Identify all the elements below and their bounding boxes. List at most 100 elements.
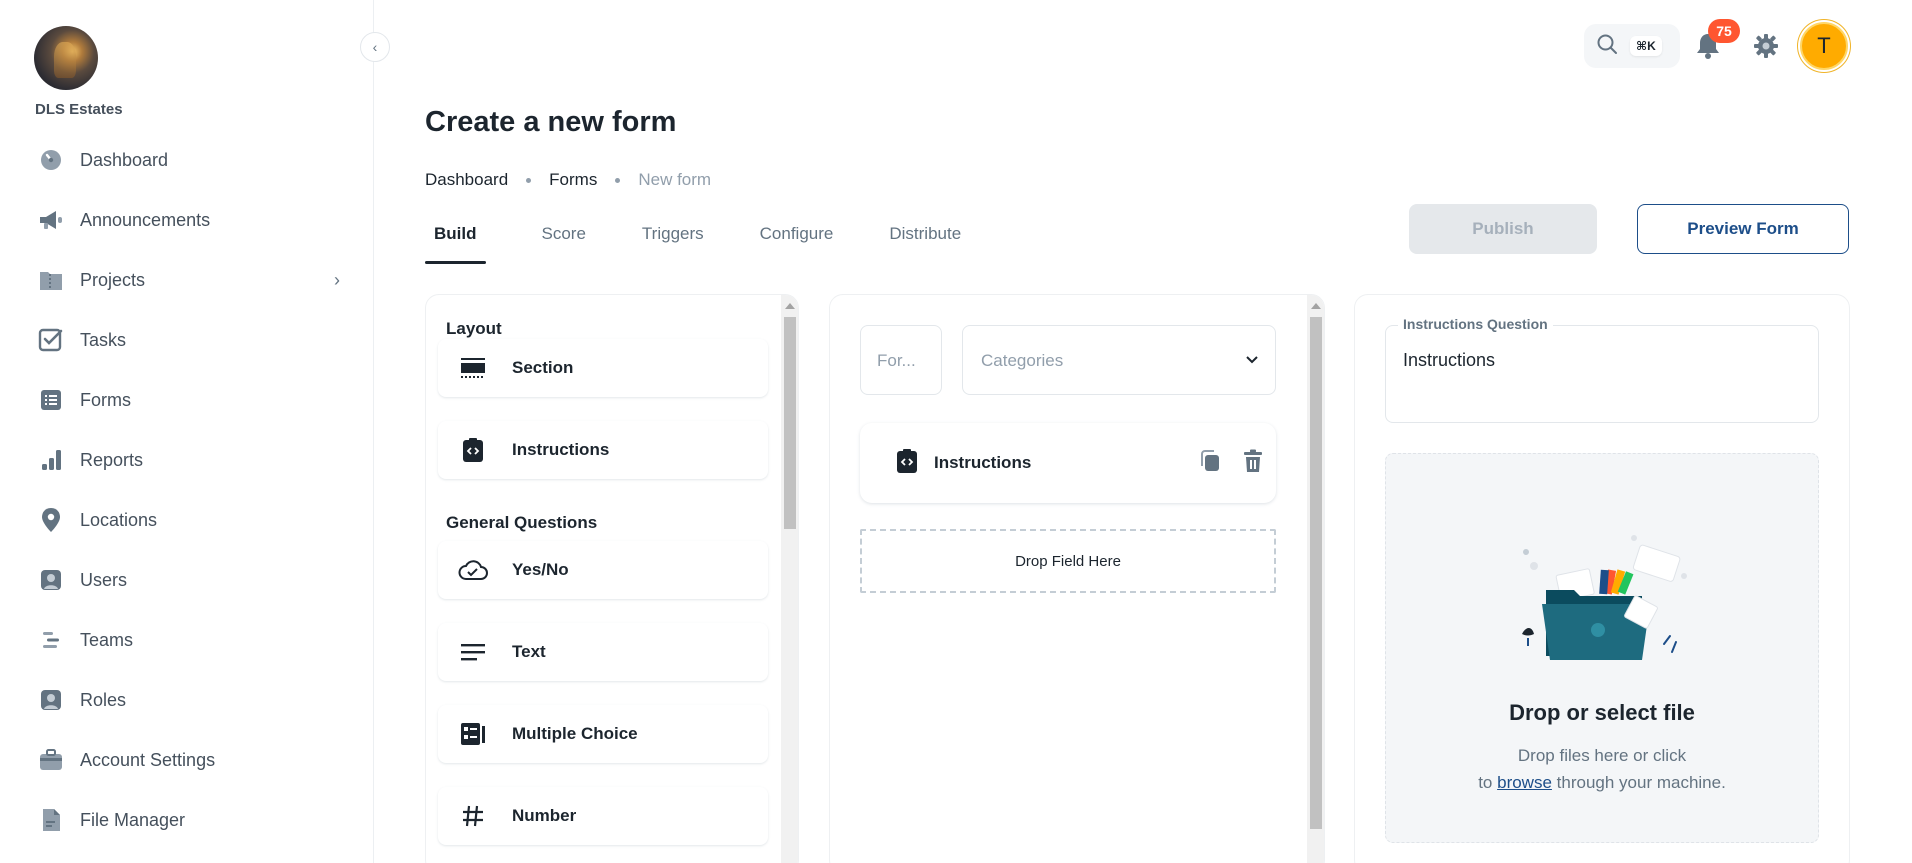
sidebar-item-file-manager[interactable]: File Manager <box>26 790 352 850</box>
sidebar-item-label: Tasks <box>80 329 127 350</box>
checkbox-icon <box>38 327 64 353</box>
map-pin-icon <box>38 507 64 533</box>
field-palette: Layout Section Instructions General Ques… <box>425 294 799 863</box>
form-tabs: Build Score Triggers Configure Distribut… <box>425 218 1017 264</box>
form-canvas: For... Categories Instructions Drop Fiel… <box>829 294 1325 863</box>
user-avatar[interactable]: T <box>1800 22 1848 70</box>
list-icon <box>38 387 64 413</box>
palette-item-label: Section <box>512 358 574 377</box>
breadcrumb-dashboard[interactable]: Dashboard <box>425 170 508 190</box>
page-title: Create a new form <box>425 106 677 138</box>
sidebar-item-label: Forms <box>80 389 131 410</box>
sidebar-item-reports[interactable]: Reports <box>26 430 352 490</box>
scroll-up-icon[interactable] <box>1311 303 1321 309</box>
canvas-scrollbar[interactable] <box>1307 295 1324 863</box>
palette-item-section[interactable]: Section <box>438 339 768 397</box>
user-badge-icon <box>38 687 64 713</box>
sidebar-item-label: Reports <box>80 449 144 470</box>
megaphone-icon <box>38 207 64 233</box>
sidebar-item-teams[interactable]: Teams <box>26 610 352 670</box>
sidebar-item-label: Dashboard <box>80 149 169 170</box>
sidebar-nav: Dashboard Announcements Projects › Tasks… <box>26 130 352 850</box>
scrollbar-thumb[interactable] <box>1310 317 1322 829</box>
text-lines-icon <box>458 637 488 667</box>
code-clipboard-icon <box>896 448 918 479</box>
palette-group-title: Layout <box>446 319 502 338</box>
sidebar-item-label: Projects <box>80 269 146 290</box>
sidebar-item-tasks[interactable]: Tasks <box>26 310 352 370</box>
breadcrumb-forms[interactable]: Forms <box>549 170 597 190</box>
drop-field-zone[interactable]: Drop Field Here <box>860 529 1276 593</box>
sidebar-item-label: Locations <box>80 509 158 530</box>
sidebar-item-label: Account Settings <box>80 749 216 770</box>
search-button[interactable]: ⌘K <box>1584 24 1680 68</box>
code-clipboard-icon <box>458 435 488 465</box>
sidebar-item-label: Teams <box>80 629 134 650</box>
palette-item-instructions[interactable]: Instructions <box>438 421 768 479</box>
bar-chart-icon <box>38 447 64 473</box>
chevron-left-icon: ‹ <box>372 39 378 55</box>
user-icon <box>38 567 64 593</box>
folder-icon <box>38 267 64 293</box>
scrollbar-thumb[interactable] <box>784 317 796 529</box>
categories-select[interactable]: Categories <box>962 325 1276 395</box>
section-icon <box>458 353 488 383</box>
org-avatar[interactable] <box>34 26 98 90</box>
sidebar-item-announcements[interactable]: Announcements <box>26 190 352 250</box>
checklist-icon <box>458 719 488 749</box>
sidebar-item-roles[interactable]: Roles <box>26 670 352 730</box>
chevron-right-icon[interactable]: › <box>334 270 340 291</box>
gear-icon[interactable] <box>1752 32 1782 62</box>
sidebar: DLS Estates Dashboard Announcements Proj… <box>0 0 374 863</box>
instructions-question-field[interactable]: Instructions Question Instructions <box>1385 316 1819 423</box>
browse-link[interactable]: browse <box>1497 773 1552 792</box>
tab-distribute[interactable]: Distribute <box>889 218 961 264</box>
sidebar-item-forms[interactable]: Forms <box>26 370 352 430</box>
notification-badge: 75 <box>1708 19 1740 43</box>
form-name-input[interactable]: For... <box>860 325 942 395</box>
preview-form-button[interactable]: Preview Form <box>1637 204 1849 254</box>
field-label: Instructions Question <box>1398 316 1553 332</box>
field-card-label: Instructions <box>934 453 1032 472</box>
tab-triggers[interactable]: Triggers <box>642 218 704 264</box>
sidebar-collapse-button[interactable]: ‹ <box>360 32 390 62</box>
org-name: DLS Estates <box>35 101 123 118</box>
trash-icon[interactable] <box>1242 449 1264 478</box>
briefcase-icon <box>38 747 64 773</box>
upload-title: Drop or select file <box>1509 700 1695 725</box>
scroll-up-icon[interactable] <box>785 303 795 309</box>
sidebar-item-locations[interactable]: Locations <box>26 490 352 550</box>
breadcrumb-current: New form <box>638 170 712 189</box>
tab-score[interactable]: Score <box>542 218 586 264</box>
palette-item-text[interactable]: Text <box>438 623 768 681</box>
cloud-check-icon <box>458 555 488 585</box>
palette-item-number[interactable]: Number <box>438 787 768 845</box>
sidebar-item-dashboard[interactable]: Dashboard <box>26 130 352 190</box>
upload-illustration <box>1516 532 1696 662</box>
file-upload-dropzone[interactable]: Drop or select file Drop files here or c… <box>1385 453 1819 843</box>
upload-description-line2: to browse through your machine. <box>1386 769 1818 796</box>
sidebar-item-label: File Manager <box>80 809 186 830</box>
palette-item-label: Instructions <box>512 440 610 459</box>
field-card-actions <box>1198 449 1264 478</box>
form-field-card[interactable]: Instructions <box>860 423 1276 503</box>
duplicate-icon[interactable] <box>1198 449 1222 478</box>
field-value: Instructions <box>1403 350 1496 370</box>
tab-configure[interactable]: Configure <box>760 218 834 264</box>
palette-item-multiple-choice[interactable]: Multiple Choice <box>438 705 768 763</box>
search-icon <box>1596 33 1618 60</box>
palette-scrollbar[interactable] <box>781 295 798 863</box>
sidebar-item-account-settings[interactable]: Account Settings <box>26 730 352 790</box>
palette-item-label: Text <box>512 642 546 661</box>
palette-group-title: General Questions <box>446 513 598 532</box>
palette-item-label: Multiple Choice <box>512 724 638 743</box>
publish-button[interactable]: Publish <box>1409 204 1597 254</box>
upload-line2-suffix: through your machine. <box>1556 773 1726 792</box>
sidebar-item-users[interactable]: Users <box>26 550 352 610</box>
palette-item-label: Yes/No <box>512 560 569 579</box>
sidebar-item-projects[interactable]: Projects › <box>26 250 352 310</box>
tab-build[interactable]: Build <box>425 218 486 264</box>
breadcrumb: Dashboard Forms New form <box>425 170 711 190</box>
dashboard-icon <box>38 147 64 173</box>
palette-item-yes-no[interactable]: Yes/No <box>438 541 768 599</box>
